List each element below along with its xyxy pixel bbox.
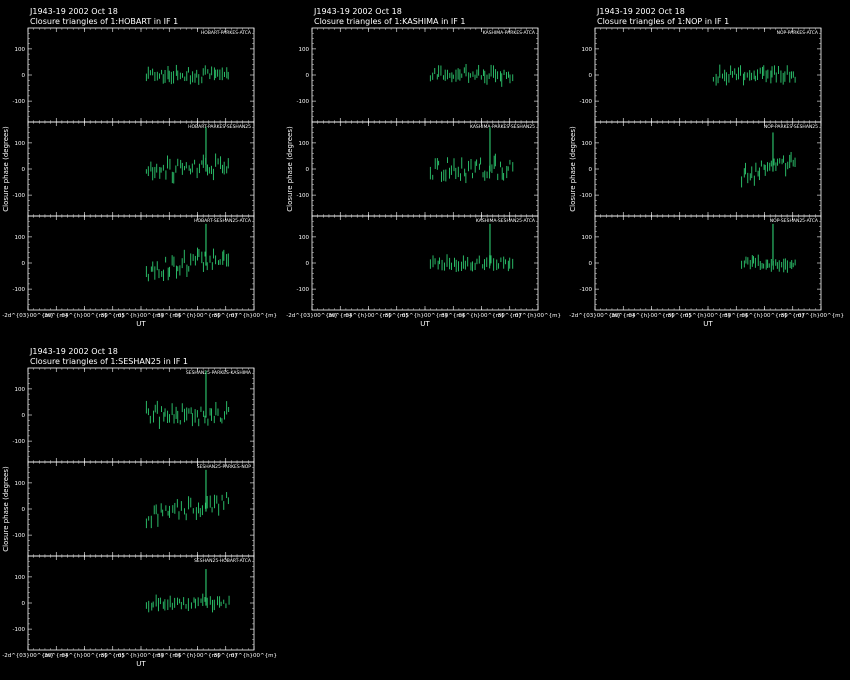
y-tick-label: -100	[297, 99, 310, 105]
triangle-label: NOP-PARKES-SESHAN25	[764, 124, 818, 130]
x-tick-label: 07^{h}00^{m}	[515, 313, 561, 319]
panel-2: 100 0 -100 KASHIMA-PARKES-SESHAN25	[297, 121, 539, 217]
y-tick-label: 100	[15, 387, 26, 393]
triangle-label: SESHAN25-PARKES-NOP	[197, 464, 252, 470]
y-tick-label: 100	[299, 141, 310, 147]
y-tick-label: -100	[13, 193, 26, 199]
panel-1: 100 0 -100 KASHIMA-PARKES-ATCA	[297, 27, 539, 123]
y-axis-label: Closure phase (degrees)	[2, 466, 10, 552]
chart-title: J1943-19 2002 Oct 18	[29, 347, 118, 356]
y-tick-label: 100	[582, 141, 593, 147]
chart-frame-4: J1943-19 2002 Oct 18Closure triangles of…	[2, 347, 277, 668]
y-tick-label: 0	[22, 261, 26, 267]
chart-subtitle: Closure triangles of 1:HOBART in IF 1	[30, 17, 178, 26]
y-axis-label: Closure phase (degrees)	[569, 126, 577, 212]
triangle-label: NOP-SESHAN25-ATCA	[770, 218, 819, 224]
x-axis-label: UT	[136, 320, 146, 328]
y-tick-label: -100	[580, 287, 593, 293]
y-tick-label: -100	[580, 99, 593, 105]
y-tick-label: 0	[589, 73, 593, 79]
triangle-label: HOBART-PARKES-SESHAN25	[188, 124, 251, 130]
y-tick-label: -100	[13, 287, 26, 293]
y-tick-label: 0	[589, 261, 593, 267]
y-tick-label: 0	[22, 601, 26, 607]
y-tick-label: -100	[13, 439, 26, 445]
panel-2: 100 0 -100 SESHAN25-PARKES-NOP	[13, 461, 255, 557]
y-tick-label: -100	[13, 627, 26, 633]
y-tick-label: -100	[297, 287, 310, 293]
panel-1: 100 0 -100 HOBART-PARKES-ATCA	[13, 27, 255, 123]
panel-frame	[27, 555, 255, 651]
x-axis-label: UT	[136, 660, 146, 668]
y-tick-label: 0	[22, 73, 26, 79]
y-axis-label: Closure phase (degrees)	[286, 126, 294, 212]
chart-title: J1943-19 2002 Oct 18	[596, 7, 685, 16]
y-tick-label: 100	[299, 235, 310, 241]
triangle-label: KASHIMA-PARKES-ATCA	[483, 30, 536, 36]
y-tick-label: 100	[582, 47, 593, 53]
chart-title: J1943-19 2002 Oct 18	[29, 7, 118, 16]
chart-subtitle: Closure triangles of 1:NOP in IF 1	[597, 17, 729, 26]
x-tick-label: 07^{h}00^{m}	[231, 313, 277, 319]
panel-2: 100 0 -100 NOP-PARKES-SESHAN25	[580, 121, 822, 217]
panel-3: 100 0 -100 HOBART-SESHAN25-ATCA	[13, 215, 255, 311]
panel-frame	[27, 461, 255, 557]
closure-phase-figure: J1943-19 2002 Oct 18 Closure triangles of…	[0, 0, 850, 680]
x-tick-label: 07^{h}00^{m}	[231, 653, 277, 659]
panel-3: 100 0 -100 NOP-SESHAN25-ATCA	[580, 215, 822, 311]
x-tick-label: 07^{h}00^{m}	[798, 313, 844, 319]
chart-frame-3: J1943-19 2002 Oct 18Closure triangles of…	[569, 7, 844, 328]
panel-3: 100 0 -100 KASHIMA-SESHAN25-ATCA	[297, 215, 539, 311]
panel-3: 100 0 -100 SESHAN25-HOBART-ATCA	[13, 555, 255, 651]
panel-frame	[27, 121, 255, 217]
panel-1: 100 0 -100 NOP-PARKES-ATCA	[580, 27, 822, 123]
y-tick-label: 100	[15, 575, 26, 581]
triangle-label: KASHIMA-PARKES-SESHAN25	[470, 124, 535, 130]
triangle-label: HOBART-PARKES-ATCA	[201, 30, 252, 36]
y-tick-label: 100	[15, 141, 26, 147]
y-tick-label: 0	[22, 507, 26, 513]
panel-frame	[311, 121, 539, 217]
y-tick-label: -100	[13, 99, 26, 105]
panel-1: 100 0 -100 SESHAN25-PARKES-KASHIMA	[13, 367, 255, 463]
y-tick-label: 100	[582, 235, 593, 241]
chart-title: J1943-19 2002 Oct 18	[313, 7, 402, 16]
y-tick-label: 0	[306, 261, 310, 267]
triangle-label: SESHAN25-HOBART-ATCA	[194, 558, 252, 564]
triangle-label: SESHAN25-PARKES-KASHIMA	[186, 370, 252, 376]
y-tick-label: 0	[306, 73, 310, 79]
y-tick-label: -100	[13, 533, 26, 539]
chart-subtitle: Closure triangles of 1:SESHAN25 in IF 1	[30, 357, 188, 366]
panel-frame	[594, 27, 822, 123]
y-axis-label: Closure phase (degrees)	[2, 126, 10, 212]
x-axis-label: UT	[703, 320, 713, 328]
chart-frame-1: J1943-19 2002 Oct 18Closure triangles of…	[2, 7, 277, 328]
y-tick-label: 0	[22, 167, 26, 173]
y-tick-label: -100	[580, 193, 593, 199]
x-axis-label: UT	[420, 320, 430, 328]
y-tick-label: 100	[299, 47, 310, 53]
triangle-label: NOP-PARKES-ATCA	[777, 30, 819, 36]
y-tick-label: 0	[589, 167, 593, 173]
chart-subtitle: Closure triangles of 1:KASHIMA in IF 1	[314, 17, 466, 26]
y-tick-label: 0	[22, 413, 26, 419]
chart-frame-2: J1943-19 2002 Oct 18Closure triangles of…	[286, 7, 561, 328]
panel-2: 100 0 -100 HOBART-PARKES-SESHAN25	[13, 121, 255, 217]
triangle-label: HOBART-SESHAN25-ATCA	[194, 218, 252, 224]
panel-frame	[27, 367, 255, 463]
y-tick-label: 100	[15, 47, 26, 53]
y-tick-label: 100	[15, 235, 26, 241]
panel-frame	[594, 121, 822, 217]
y-tick-label: 0	[306, 167, 310, 173]
closure-phase-plot: J1943-19 2002 Oct 18Closure triangles of…	[2, 7, 844, 668]
y-tick-label: -100	[297, 193, 310, 199]
y-tick-label: 100	[15, 481, 26, 487]
triangle-label: KASHIMA-SESHAN25-ATCA	[476, 218, 536, 224]
